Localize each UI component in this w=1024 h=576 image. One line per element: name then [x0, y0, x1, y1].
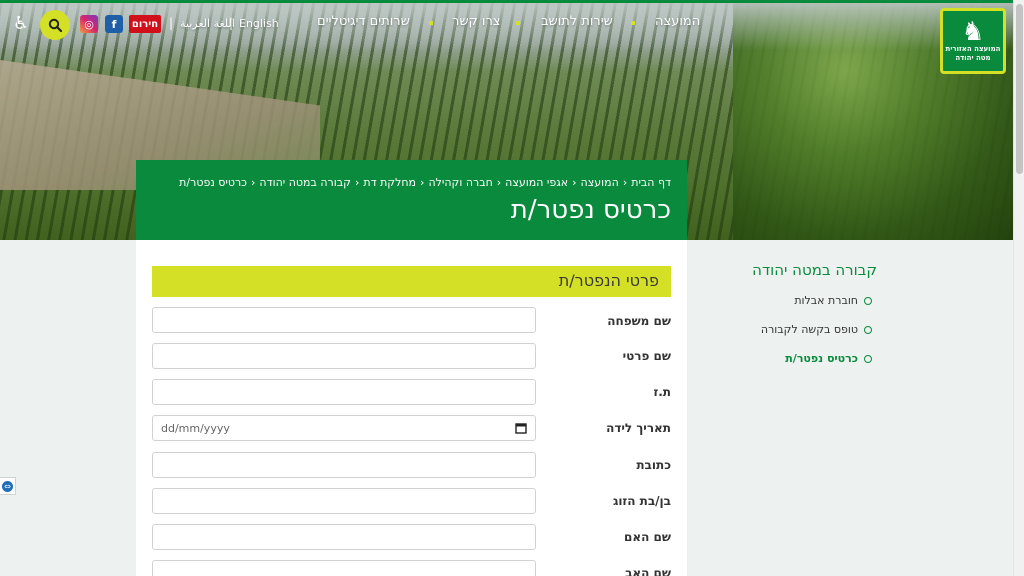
nav-dot-1: [631, 21, 635, 25]
nav-dot-2: [516, 21, 520, 25]
page-title: כרטיס נפטר/ת: [510, 195, 671, 225]
facebook-icon[interactable]: f: [105, 15, 123, 33]
util-separator: |: [169, 16, 174, 30]
breadcrumb-departments[interactable]: אגפי המועצה: [505, 176, 568, 189]
father-name-input[interactable]: [152, 560, 536, 576]
breadcrumb-current: כרטיס נפטר/ת: [179, 176, 247, 189]
birth-date-input[interactable]: dd/mm/yyyy: [152, 415, 536, 441]
first-name-input[interactable]: [152, 343, 536, 369]
scrollbar-thumb[interactable]: [1016, 4, 1023, 174]
field-label-spouse: בן/בת הזוג: [612, 494, 671, 508]
accessibility-icon[interactable]: ♿: [11, 13, 31, 35]
breadcrumb-council[interactable]: המועצה: [581, 176, 619, 189]
lang-arabic-link[interactable]: اللغة العربية: [180, 17, 235, 30]
sidebar-item-label: טופס בקשה לקבורה: [760, 323, 858, 336]
nav-item-digital-services[interactable]: שרותים דיגיטליים: [317, 14, 410, 29]
last-name-input[interactable]: [152, 307, 536, 333]
widget-icon: ⇔: [2, 480, 13, 492]
mother-name-input[interactable]: [152, 524, 536, 550]
search-icon: [48, 18, 62, 32]
bullet-circle-icon: [864, 354, 872, 363]
breadcrumb-society[interactable]: חברה וקהילה: [428, 176, 492, 189]
field-label-address: כתובת: [636, 458, 671, 472]
field-label-father-name: שם האב: [625, 566, 671, 576]
search-button[interactable]: [40, 10, 70, 40]
calendar-icon[interactable]: [515, 422, 527, 434]
breadcrumb-burial[interactable]: קבורה במטה יהודה: [259, 176, 351, 189]
emergency-button[interactable]: חירום: [129, 15, 161, 33]
birth-date-placeholder: dd/mm/yyyy: [161, 421, 230, 435]
page-header-band: דף הבית ‹ המועצה ‹ אגפי המועצה ‹ חברה וק…: [136, 160, 687, 240]
sidebar-item-burial-request[interactable]: טופס בקשה לקבורה: [761, 323, 872, 336]
id-number-input[interactable]: [152, 379, 536, 405]
field-label-first-name: שם פרטי: [622, 349, 671, 363]
site-logo[interactable]: ♞ המועצה האזורית מטה יהודה: [940, 8, 1006, 74]
accessibility-widget[interactable]: ⇔: [0, 477, 16, 495]
breadcrumb-sep-icon: ‹: [572, 176, 577, 189]
logo-text: המועצה האזורית מטה יהודה: [945, 45, 1001, 62]
bullet-circle-icon: [864, 325, 872, 334]
instagram-icon[interactable]: ◎: [80, 15, 98, 33]
nav-dot-3: [429, 21, 433, 25]
breadcrumb-sep-icon: ‹: [622, 176, 628, 189]
page-scrollbar[interactable]: [1013, 0, 1024, 576]
breadcrumb-sep-icon: ‹: [496, 176, 502, 189]
sidebar-item-label: כרטיס נפטר/ת: [785, 352, 858, 365]
breadcrumb-sep-icon: ‹: [354, 176, 360, 189]
nav-item-contact[interactable]: צרו קשר: [452, 14, 501, 29]
field-label-last-name: שם משפחה: [607, 314, 671, 328]
sidebar-item-mourning-booklet[interactable]: חוברת אבלות: [794, 294, 872, 307]
breadcrumb-religion[interactable]: מחלקת דת: [363, 176, 416, 189]
nav-item-resident-service[interactable]: שירות לתושב: [541, 14, 613, 29]
form-card: פרטי הנפטר/ת שם משפחה שם פרטי ת.ז תאריך …: [136, 240, 687, 576]
sidebar-item-label: חוברת אבלות: [794, 294, 858, 307]
breadcrumb: דף הבית ‹ המועצה ‹ אגפי המועצה ‹ חברה וק…: [152, 176, 671, 189]
breadcrumb-home[interactable]: דף הבית: [631, 176, 671, 189]
spouse-input[interactable]: [152, 488, 536, 514]
address-input[interactable]: [152, 452, 536, 478]
field-label-birth-date: תאריך לידה: [606, 421, 671, 435]
bullet-circle-icon: [864, 296, 872, 305]
top-accent-line: [0, 0, 1013, 3]
sidebar-item-deceased-card[interactable]: כרטיס נפטר/ת: [785, 352, 872, 365]
breadcrumb-sep-icon: ‹: [250, 176, 256, 189]
lang-english-link[interactable]: English: [239, 17, 279, 30]
sidebar-title: קבורה במטה יהודה: [752, 261, 877, 279]
section-title: פרטי הנפטר/ת: [152, 266, 671, 297]
nav-item-council[interactable]: המועצה: [655, 14, 700, 29]
lion-icon: ♞: [961, 17, 985, 47]
field-label-id: ת.ז: [653, 385, 671, 399]
field-label-mother-name: שם האם: [624, 530, 671, 544]
breadcrumb-sep-icon: ‹: [420, 176, 425, 189]
